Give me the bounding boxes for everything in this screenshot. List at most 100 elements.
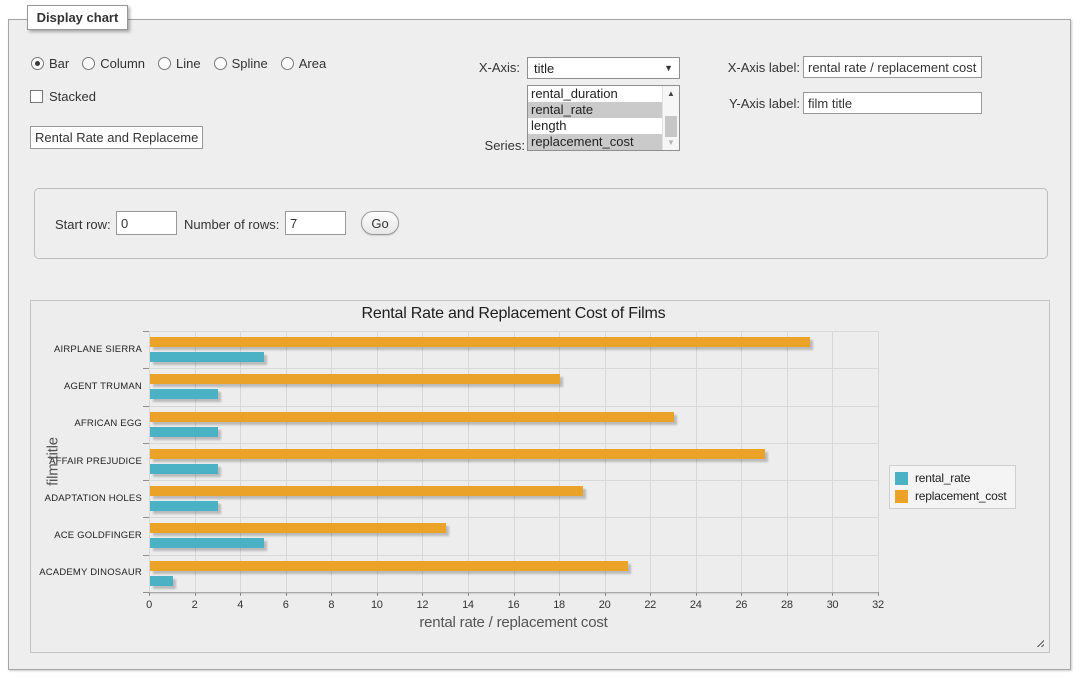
- x-tick-label: 32: [858, 599, 898, 611]
- chart-type-radiogroup: Bar Column Line Spline Area: [31, 56, 326, 71]
- category-label: AIRPLANE SIERRA: [38, 344, 142, 355]
- y-axis-label-input[interactable]: [803, 92, 982, 114]
- x-tick-label: 10: [357, 599, 397, 611]
- bar-rental_rate: [150, 464, 218, 474]
- number-of-rows-label: Number of rows:: [184, 217, 279, 232]
- start-row-label: Start row:: [55, 217, 111, 232]
- y-tick-mark: [143, 517, 149, 518]
- x-tick-label: 18: [539, 599, 579, 611]
- x-tick-label: 30: [812, 599, 852, 611]
- x-tick-label: 12: [402, 599, 442, 611]
- chart-type-option-line: Line: [158, 56, 201, 71]
- radio-label-spline: Spline: [232, 56, 268, 71]
- resize-handle-icon[interactable]: [1034, 637, 1044, 647]
- x-tick-label: 26: [721, 599, 761, 611]
- x-tick-label: 6: [266, 599, 306, 611]
- chart-gridline: [331, 331, 332, 592]
- chart-gridline: [149, 517, 878, 518]
- series-scrollbar[interactable]: ▲ ▼: [662, 86, 679, 150]
- series-option-rental_rate[interactable]: rental_rate: [528, 102, 662, 118]
- bar-rental_rate: [150, 427, 218, 437]
- radio-column[interactable]: [82, 57, 95, 70]
- series-option-replacement_cost[interactable]: replacement_cost: [528, 134, 662, 150]
- chart-gridline: [878, 331, 879, 592]
- chart-type-option-area: Area: [281, 56, 326, 71]
- radio-label-area: Area: [299, 56, 326, 71]
- scrollbar-thumb[interactable]: [665, 116, 677, 137]
- chart-gridline: [650, 331, 651, 592]
- bar-rental_rate: [150, 538, 264, 548]
- y-tick-mark: [143, 406, 149, 407]
- x-tick-label: 22: [630, 599, 670, 611]
- chart-gridline: [787, 331, 788, 592]
- y-tick-mark: [143, 480, 149, 481]
- x-axis-label-caption: X-Axis label:: [700, 60, 800, 75]
- radio-line[interactable]: [158, 57, 171, 70]
- x-tick-label: 20: [585, 599, 625, 611]
- x-tick-label: 8: [311, 599, 351, 611]
- x-tick-label: 2: [175, 599, 215, 611]
- bar-rental_rate: [150, 576, 173, 586]
- start-row-input[interactable]: [116, 211, 177, 235]
- scroll-down-icon[interactable]: ▼: [663, 135, 679, 150]
- legend-item-replacement_cost: replacement_cost: [895, 489, 1007, 503]
- category-label: AGENT TRUMAN: [38, 381, 142, 392]
- x-tick-label: 24: [676, 599, 716, 611]
- x-tick-mark: [878, 592, 879, 596]
- series-select-label: Series:: [425, 138, 525, 153]
- series-option-rental_duration[interactable]: rental_duration: [528, 86, 662, 102]
- y-tick-mark: [143, 555, 149, 556]
- legend-swatch: [895, 490, 908, 503]
- panel-title: Display chart: [27, 5, 128, 30]
- radio-spline[interactable]: [214, 57, 227, 70]
- radio-label-bar: Bar: [49, 56, 69, 71]
- chart-gridline: [240, 331, 241, 592]
- radio-label-column: Column: [100, 56, 145, 71]
- legend-item-rental_rate: rental_rate: [895, 471, 1007, 485]
- display-chart-page: Display chart Bar Column Line Spline Area St…: [0, 0, 1081, 681]
- legend-swatch: [895, 472, 908, 485]
- radio-bar[interactable]: [31, 57, 44, 70]
- series-options: rental_durationrental_ratelengthreplacem…: [528, 86, 662, 150]
- number-of-rows-input[interactable]: [285, 211, 346, 235]
- chart-gridline: [468, 331, 469, 592]
- chart-gridline: [149, 555, 878, 556]
- go-button[interactable]: Go: [361, 211, 399, 235]
- x-tick-label: 4: [220, 599, 260, 611]
- x-tick-label: 28: [767, 599, 807, 611]
- y-tick-mark: [143, 331, 149, 332]
- series-option-length[interactable]: length: [528, 118, 662, 134]
- chart-gridline: [741, 331, 742, 592]
- scroll-up-icon[interactable]: ▲: [663, 86, 679, 101]
- chart-gridline: [149, 443, 878, 444]
- bar-replacement_cost: [150, 561, 628, 571]
- bar-replacement_cost: [150, 523, 446, 533]
- bar-rental_rate: [150, 389, 218, 399]
- chart-title-input[interactable]: [30, 126, 203, 149]
- bar-replacement_cost: [150, 486, 583, 496]
- chart-type-option-bar: Bar: [31, 56, 69, 71]
- series-listbox[interactable]: rental_durationrental_ratelengthreplacem…: [527, 85, 680, 151]
- chart-gridline: [832, 331, 833, 592]
- radio-area[interactable]: [281, 57, 294, 70]
- chart-legend: rental_rate replacement_cost: [889, 465, 1016, 509]
- x-axis-selected-value: title: [534, 61, 554, 76]
- x-tick-label: 14: [448, 599, 488, 611]
- chevron-down-icon: ▼: [664, 63, 673, 73]
- x-tick-label: 16: [494, 599, 534, 611]
- chart-gridline: [605, 331, 606, 592]
- chart-title: Rental Rate and Replacement Cost of Film…: [149, 305, 878, 323]
- chart-gridline: [422, 331, 423, 592]
- x-axis-select-label: X-Axis:: [420, 60, 520, 75]
- chart-gridline: [149, 331, 878, 332]
- stacked-checkbox[interactable]: [30, 90, 43, 103]
- x-axis-label-input[interactable]: [803, 56, 982, 78]
- y-axis-label-caption: Y-Axis label:: [700, 96, 800, 111]
- chart-gridline: [514, 331, 515, 592]
- chart-gridline: [149, 592, 878, 593]
- x-axis-select[interactable]: title ▼: [527, 57, 680, 79]
- category-label: ACE GOLDFINGER: [38, 530, 142, 541]
- bar-replacement_cost: [150, 374, 560, 384]
- chart-gridline: [149, 331, 150, 592]
- stacked-option: Stacked: [30, 89, 96, 104]
